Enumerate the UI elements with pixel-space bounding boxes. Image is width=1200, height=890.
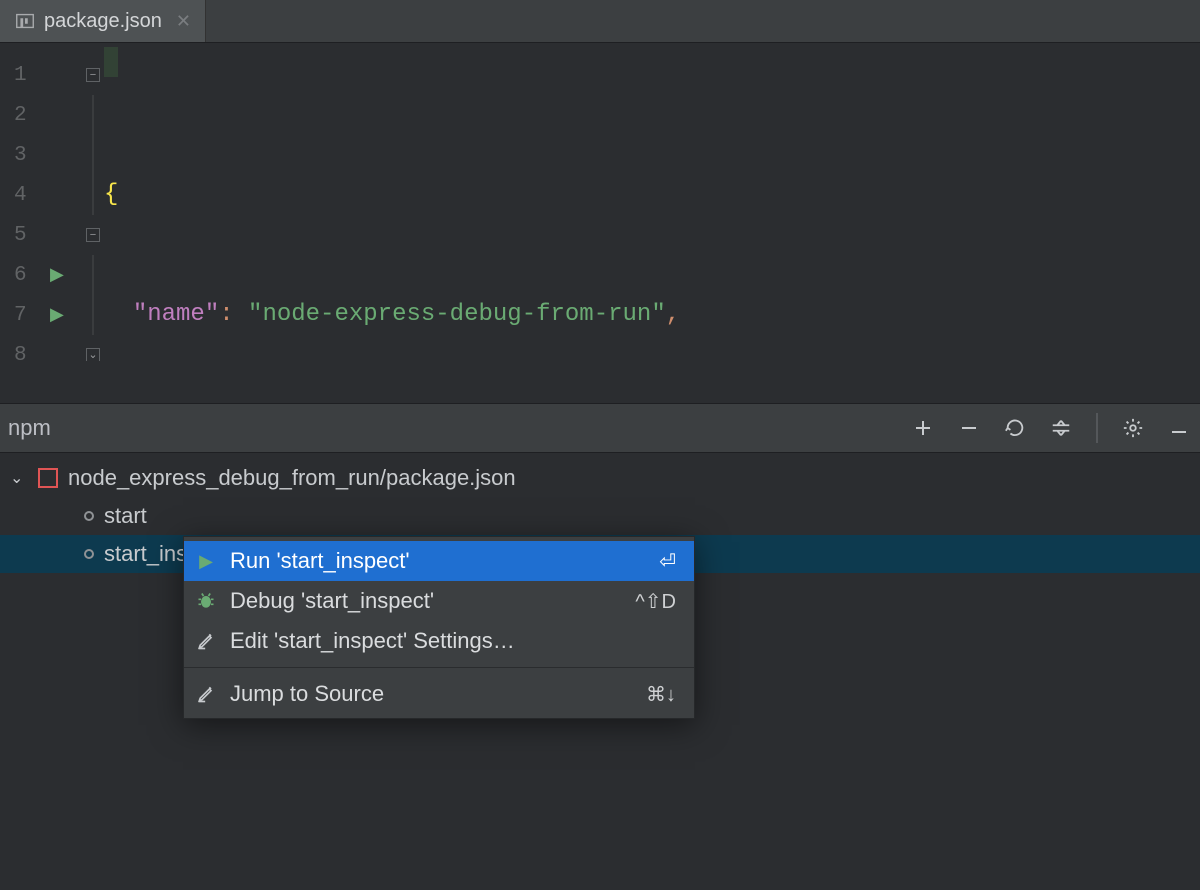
tool-window-header: npm — [0, 403, 1200, 453]
add-icon[interactable] — [912, 417, 934, 439]
fold-toggle-icon[interactable]: − — [86, 68, 100, 82]
fold-toggle-icon[interactable]: − — [86, 228, 100, 242]
script-bullet-icon — [84, 511, 94, 521]
ctx-shortcut: ^⇧D — [635, 589, 676, 614]
editor[interactable]: 1 2 3 4 5 6▶ 7▶ 8 − − ⌄ { "name": "node-… — [0, 43, 1200, 361]
fold-end-icon: ⌄ — [86, 348, 100, 361]
ctx-shortcut: ⏎ — [659, 549, 676, 574]
run-gutter-icon[interactable]: ▶ — [50, 304, 64, 326]
code-area[interactable]: { "name": "node-express-debug-from-run",… — [104, 43, 1200, 361]
run-gutter-icon[interactable]: ▶ — [50, 264, 64, 286]
run-icon: ▶ — [196, 551, 216, 571]
pencil-icon — [196, 631, 216, 651]
gear-icon[interactable] — [1122, 417, 1144, 439]
refresh-icon[interactable] — [1004, 417, 1026, 439]
ctx-run[interactable]: ▶ Run 'start_inspect' ⏎ — [184, 541, 694, 581]
editor-tab[interactable]: package.json ✕ — [0, 0, 206, 42]
ctx-label: Debug 'start_inspect' — [230, 588, 621, 614]
ctx-label: Run 'start_inspect' — [230, 548, 645, 574]
script-label: start — [104, 503, 147, 529]
npm-file-icon — [14, 10, 36, 32]
context-menu: ▶ Run 'start_inspect' ⏎ Debug 'start_ins… — [183, 536, 695, 719]
editor-gutter: 1 2 3 4 5 6▶ 7▶ 8 — [0, 43, 82, 361]
tab-bar: package.json ✕ — [0, 0, 1200, 43]
ctx-shortcut: ⌘↓ — [646, 682, 676, 707]
tree-root[interactable]: ⌄ node_express_debug_from_run/package.js… — [0, 459, 1200, 497]
remove-icon[interactable] — [958, 417, 980, 439]
bug-icon — [196, 591, 216, 611]
npm-scripts-tree: ⌄ node_express_debug_from_run/package.js… — [0, 453, 1200, 890]
close-tab-icon[interactable]: ✕ — [176, 11, 191, 32]
minimize-icon[interactable] — [1168, 417, 1190, 439]
npm-package-icon — [38, 468, 58, 488]
ctx-debug[interactable]: Debug 'start_inspect' ^⇧D — [184, 581, 694, 621]
settings-split-icon[interactable] — [1050, 417, 1072, 439]
script-bullet-icon — [84, 549, 94, 559]
tree-root-label: node_express_debug_from_run/package.json — [68, 465, 516, 491]
fold-column: − − ⌄ — [82, 43, 104, 361]
ctx-separator — [184, 667, 694, 668]
ctx-edit-settings[interactable]: Edit 'start_inspect' Settings… — [184, 621, 694, 661]
tab-filename: package.json — [44, 10, 162, 33]
tool-window-title: npm — [6, 415, 51, 441]
ctx-label: Jump to Source — [230, 681, 632, 707]
chevron-down-icon[interactable]: ⌄ — [10, 468, 28, 488]
ctx-jump-source[interactable]: Jump to Source ⌘↓ — [184, 674, 694, 714]
script-item-start[interactable]: start — [0, 497, 1200, 535]
ctx-label: Edit 'start_inspect' Settings… — [230, 628, 662, 654]
pencil-icon — [196, 684, 216, 704]
